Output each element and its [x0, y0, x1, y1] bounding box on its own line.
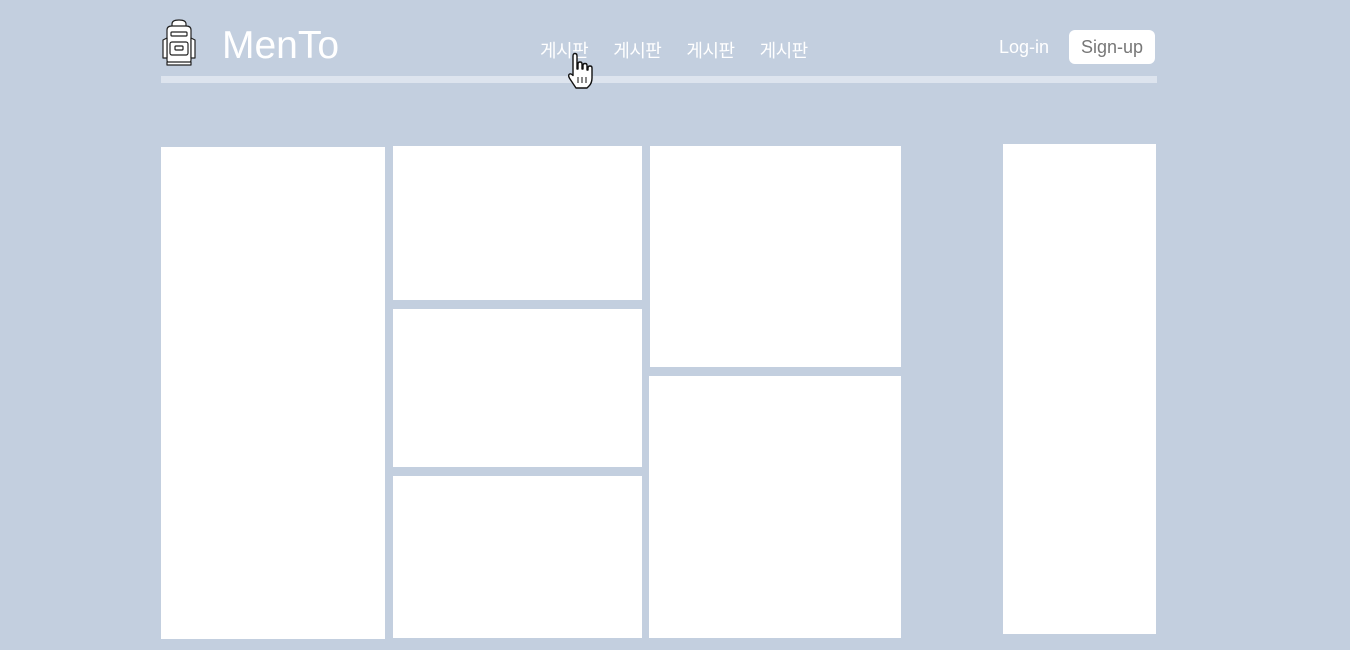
- content-card-left-tall[interactable]: [161, 147, 385, 639]
- header-divider: [161, 76, 1157, 83]
- main-nav: 게시판 게시판 게시판 게시판: [540, 40, 808, 64]
- content-card-right-bottom[interactable]: [649, 376, 901, 638]
- sidebar-panel[interactable]: [1003, 144, 1156, 634]
- content-card-middle-center[interactable]: [393, 309, 642, 467]
- content-card-middle-bottom[interactable]: [393, 476, 642, 638]
- content-card-right-top[interactable]: [650, 146, 901, 367]
- page: MenTo 게시판 게시판 게시판 게시판 Log-in Sign-up: [0, 0, 1350, 650]
- nav-item-board-1[interactable]: 게시판: [540, 40, 589, 64]
- signup-button[interactable]: Sign-up: [1069, 30, 1155, 64]
- brand-logo-text[interactable]: MenTo: [222, 24, 339, 68]
- login-link[interactable]: Log-in: [999, 36, 1049, 58]
- nav-item-board-2[interactable]: 게시판: [613, 40, 662, 64]
- nav-item-board-4[interactable]: 게시판: [760, 40, 809, 64]
- content-card-middle-top[interactable]: [393, 146, 642, 300]
- backpack-icon[interactable]: [160, 18, 198, 66]
- nav-item-board-3[interactable]: 게시판: [686, 40, 735, 64]
